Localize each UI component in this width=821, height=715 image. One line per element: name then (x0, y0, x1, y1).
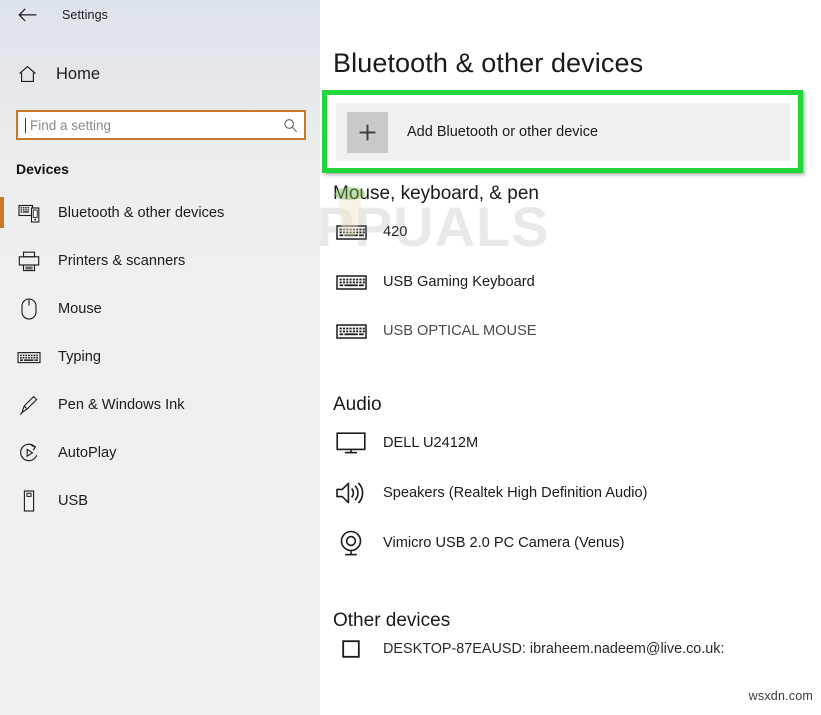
sidebar-item-typing[interactable]: Typing (0, 333, 320, 381)
mouse-icon (16, 297, 42, 321)
sidebar-item-label: AutoPlay (58, 445, 117, 461)
back-button[interactable] (14, 3, 40, 27)
keyboard-icon (333, 314, 369, 348)
device-row[interactable]: DESKTOP-87EAUSD: ibraheem.nadeem@live.co… (320, 638, 821, 660)
sidebar-item-label: Bluetooth & other devices (58, 205, 225, 221)
main-content: Bluetooth & other devices Add Bluetooth … (320, 0, 821, 715)
add-device-highlight: Add Bluetooth or other device (322, 90, 803, 173)
back-arrow-icon (17, 8, 36, 22)
section-heading-mouse-keyboard-pen: Mouse, keyboard, & pen (333, 183, 539, 204)
window-title: Settings (62, 8, 108, 22)
sidebar-item-home-label: Home (56, 64, 101, 83)
sidebar-item-label: Printers & scanners (58, 253, 186, 269)
sidebar-item-label: USB (58, 493, 89, 509)
add-bluetooth-or-other-device-button[interactable]: Add Bluetooth or other device (336, 103, 790, 161)
device-name: Speakers (Realtek High Definition Audio) (383, 485, 648, 501)
keyboard-icon (16, 345, 42, 369)
sidebar-item-label: Mouse (58, 301, 102, 317)
sidebar-item-autoplay[interactable]: AutoPlay (0, 429, 320, 477)
bluetooth-devices-icon (16, 201, 42, 225)
device-list-mouse-keyboard-pen: 420 USB Gaming Keyboard USB OPTICAL MOUS… (320, 207, 821, 355)
monitor-icon (333, 426, 369, 460)
device-row[interactable]: 420 (320, 207, 821, 257)
pen-icon (16, 393, 42, 417)
add-device-label: Add Bluetooth or other device (407, 124, 599, 140)
sidebar-item-printers-scanners[interactable]: Printers & scanners (0, 237, 320, 285)
sidebar-item-label: Typing (58, 349, 101, 365)
section-heading-other-devices: Other devices (333, 610, 451, 631)
search-input[interactable] (26, 117, 282, 133)
search-box[interactable] (16, 110, 306, 140)
section-heading-audio: Audio (333, 394, 382, 415)
sidebar-item-bluetooth-other-devices[interactable]: Bluetooth & other devices (0, 189, 320, 237)
page-title: Bluetooth & other devices (333, 48, 644, 78)
sidebar-item-usb[interactable]: USB (0, 477, 320, 525)
device-name: Vimicro USB 2.0 PC Camera (Venus) (383, 535, 625, 551)
keyboard-icon (333, 215, 369, 249)
title-bar: Settings (0, 0, 320, 30)
plus-icon (347, 111, 388, 153)
autoplay-icon (16, 441, 42, 465)
sidebar: Settings Home Devices (0, 0, 320, 715)
sidebar-item-mouse[interactable]: Mouse (0, 285, 320, 333)
printer-icon (16, 249, 42, 273)
square-device-icon (333, 638, 369, 660)
sidebar-group-title: Devices (16, 161, 69, 177)
wsxdn-watermark: wsxdn.com (748, 689, 813, 703)
sidebar-item-label: Pen & Windows Ink (58, 397, 185, 413)
device-name: DESKTOP-87EAUSD: ibraheem.nadeem@live.co… (383, 641, 725, 657)
camera-icon (333, 526, 369, 560)
device-row[interactable]: Speakers (Realtek High Definition Audio) (320, 468, 821, 518)
device-name: DELL U2412M (383, 435, 479, 451)
device-list-audio: DELL U2412M Speakers (Realtek High Defin… (320, 418, 821, 568)
device-name: USB OPTICAL MOUSE (383, 323, 537, 339)
usb-icon (16, 489, 42, 513)
sidebar-nav: Bluetooth & other devices Printers & sca… (0, 189, 320, 525)
settings-window: Settings Home Devices (0, 0, 821, 715)
device-name: USB Gaming Keyboard (383, 274, 535, 290)
sidebar-item-home[interactable]: Home (0, 57, 320, 91)
device-row[interactable]: USB Gaming Keyboard (320, 257, 821, 307)
speaker-icon (333, 476, 369, 510)
device-row[interactable]: USB OPTICAL MOUSE (320, 307, 821, 355)
home-icon (14, 65, 40, 83)
sidebar-item-pen-windows-ink[interactable]: Pen & Windows Ink (0, 381, 320, 429)
device-row[interactable]: DELL U2412M (320, 418, 821, 468)
device-row[interactable]: Vimicro USB 2.0 PC Camera (Venus) (320, 518, 821, 568)
search-icon[interactable] (282, 117, 298, 133)
device-name: 420 (383, 224, 408, 240)
keyboard-icon (333, 265, 369, 299)
